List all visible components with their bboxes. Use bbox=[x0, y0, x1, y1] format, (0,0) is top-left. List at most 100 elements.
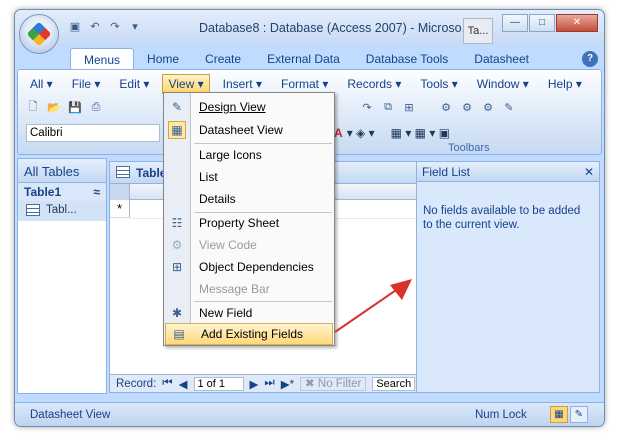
status-view-name: Datasheet View bbox=[30, 409, 111, 421]
tab-external-data[interactable]: External Data bbox=[254, 48, 353, 70]
menu-item-details[interactable]: Details bbox=[164, 188, 334, 210]
tab-datasheet[interactable]: Datasheet bbox=[461, 48, 542, 70]
no-filter-button[interactable]: ✖ No Filter bbox=[300, 376, 367, 391]
window-controls: — □ ✕ bbox=[502, 14, 598, 32]
menu-item-object-dependencies[interactable]: ⊞ Object Dependencies bbox=[164, 256, 334, 278]
gridlines-icon[interactable]: ▦ ▾ ▦ ▾ ▣ bbox=[391, 126, 450, 140]
menu-item-label: Datasheet View bbox=[199, 123, 283, 137]
nav-group-table1[interactable]: Table1 ≈ bbox=[18, 183, 106, 201]
relationship-icon[interactable]: ⚙ bbox=[437, 98, 455, 116]
new-field-icon: ✱ bbox=[171, 306, 183, 320]
menu-item-datasheet-view[interactable]: ▦ Datasheet View bbox=[164, 119, 334, 141]
contextual-tab[interactable]: Ta... bbox=[463, 18, 493, 44]
quick-access-toolbar: ▣ ↶ ↷ ▾ bbox=[67, 20, 143, 34]
redo-icon[interactable]: ↷ bbox=[358, 98, 376, 116]
field-list-header: Field List ✕ bbox=[417, 162, 599, 182]
menu-format[interactable]: Format ▾ bbox=[275, 74, 334, 94]
minimize-button[interactable]: — bbox=[502, 14, 528, 32]
new-icon[interactable]: 🗋 bbox=[24, 98, 42, 116]
menu-item-label: Object Dependencies bbox=[199, 260, 314, 274]
next-record-icon[interactable]: ▶ bbox=[250, 377, 259, 391]
tab-home[interactable]: Home bbox=[134, 48, 192, 70]
classic-menubar: All ▾ File ▾ Edit ▾ View ▾ Insert ▾ Form… bbox=[24, 74, 595, 94]
view-switcher: ▦ ✎ bbox=[550, 406, 588, 423]
macro-icon[interactable]: ⚙ bbox=[479, 98, 497, 116]
open-icon[interactable]: 📂 bbox=[45, 98, 63, 116]
tab-menus[interactable]: Menus bbox=[70, 48, 135, 70]
first-record-icon[interactable]: ⏮ bbox=[162, 377, 172, 390]
field-list-pane: Field List ✕ No fields available to be a… bbox=[416, 161, 600, 393]
menu-insert[interactable]: Insert ▾ bbox=[217, 74, 268, 94]
menu-item-design-view[interactable]: ✎ Design View bbox=[164, 96, 334, 118]
fill-color-icon[interactable]: ▾ ◈ ▾ bbox=[347, 126, 375, 140]
collapse-chevron-icon[interactable]: ≈ bbox=[93, 185, 100, 199]
menu-view[interactable]: View ▾ bbox=[162, 74, 210, 94]
ribbon-tabs: Menus Home Create External Data Database… bbox=[70, 48, 542, 70]
menu-all[interactable]: All ▾ bbox=[24, 74, 59, 94]
menu-edit[interactable]: Edit ▾ bbox=[113, 74, 155, 94]
tab-create[interactable]: Create bbox=[192, 48, 254, 70]
office-button[interactable] bbox=[19, 14, 59, 54]
menu-item-label: Large Icons bbox=[199, 148, 262, 162]
nav-item-label: Tabl... bbox=[46, 204, 77, 216]
status-bar: Datasheet View Num Lock ▦ ✎ bbox=[15, 402, 604, 426]
design-view-icon[interactable]: ✎ bbox=[570, 406, 588, 423]
maximize-button[interactable]: □ bbox=[529, 14, 555, 32]
menu-item-label: Property Sheet bbox=[199, 216, 280, 230]
analyze-icon[interactable]: ⊞ bbox=[400, 98, 418, 116]
datasheet-view-icon[interactable]: ▦ bbox=[550, 406, 568, 423]
nav-group-label: Table1 bbox=[24, 185, 62, 199]
font-color-button[interactable]: A bbox=[334, 126, 343, 140]
save-icon[interactable]: 💾 bbox=[66, 98, 84, 116]
properties-icon[interactable]: ⚙ bbox=[458, 98, 476, 116]
menu-item-property-sheet[interactable]: ☷ Property Sheet bbox=[164, 212, 334, 234]
view-menu-dropdown: ✎ Design View ▦ Datasheet View Large Ico… bbox=[163, 92, 335, 346]
property-sheet-icon: ☷ bbox=[171, 216, 183, 230]
new-record-marker[interactable]: * bbox=[110, 200, 130, 218]
office-logo-icon bbox=[26, 21, 52, 47]
prev-record-icon[interactable]: ◀ bbox=[179, 377, 188, 391]
menu-item-label: New Field bbox=[199, 306, 253, 320]
field-list-message: No fields available to be added to the c… bbox=[423, 205, 581, 231]
nav-item-table1[interactable]: Tabl... bbox=[18, 201, 106, 221]
menu-window[interactable]: Window ▾ bbox=[471, 74, 535, 94]
record-number-field[interactable]: 1 of 1 bbox=[193, 376, 244, 391]
datasheet-tab-label: Table bbox=[136, 166, 167, 180]
menu-item-add-existing-fields[interactable]: ▤ Add Existing Fields bbox=[165, 323, 333, 345]
no-filter-label: No Filter bbox=[317, 377, 362, 390]
menu-item-large-icons[interactable]: Large Icons bbox=[164, 144, 334, 166]
relationships-icon[interactable]: ⧉ bbox=[379, 98, 397, 116]
menu-item-label: Details bbox=[199, 192, 236, 206]
add-ins-icon[interactable]: ✎ bbox=[500, 98, 518, 116]
redo-icon[interactable]: ↷ bbox=[107, 20, 123, 34]
menu-records[interactable]: Records ▾ bbox=[341, 74, 407, 94]
last-record-icon[interactable]: ⏭ bbox=[264, 377, 274, 390]
menu-item-list[interactable]: List bbox=[164, 166, 334, 188]
add-existing-fields-icon: ▤ bbox=[173, 327, 185, 341]
close-button[interactable]: ✕ bbox=[556, 14, 598, 32]
toolbars-group-label: Toolbars bbox=[448, 142, 490, 154]
menu-item-label: Message Bar bbox=[199, 282, 270, 296]
menu-help[interactable]: Help ▾ bbox=[542, 74, 588, 94]
search-field[interactable]: Search bbox=[372, 376, 416, 391]
save-icon[interactable]: ▣ bbox=[67, 20, 83, 34]
nav-pane-header[interactable]: All Tables bbox=[18, 159, 106, 183]
menu-file[interactable]: File ▾ bbox=[66, 74, 107, 94]
menu-item-new-field[interactable]: ✱ New Field bbox=[164, 302, 334, 324]
help-icon[interactable]: ? bbox=[582, 51, 598, 67]
undo-icon[interactable]: ↶ bbox=[87, 20, 103, 34]
field-list-close-icon[interactable]: ✕ bbox=[584, 165, 594, 179]
customize-qat-icon[interactable]: ▾ bbox=[127, 20, 143, 34]
tab-database-tools[interactable]: Database Tools bbox=[353, 48, 462, 70]
select-all-box[interactable] bbox=[110, 184, 130, 200]
font-name-box[interactable]: Calibri bbox=[26, 124, 160, 142]
print-icon[interactable]: ⎙ bbox=[87, 98, 105, 116]
menu-tools[interactable]: Tools ▾ bbox=[414, 74, 463, 94]
title-bar: ▣ ↶ ↷ ▾ Database8 : Database (Access 200… bbox=[15, 10, 604, 46]
design-view-icon: ✎ bbox=[171, 100, 183, 114]
new-record-icon[interactable]: ▶* bbox=[281, 377, 294, 391]
field-list-title: Field List bbox=[422, 165, 471, 179]
record-label: Record: bbox=[116, 377, 157, 390]
menu-item-message-bar: Message Bar bbox=[164, 278, 334, 300]
table-icon bbox=[116, 166, 130, 178]
